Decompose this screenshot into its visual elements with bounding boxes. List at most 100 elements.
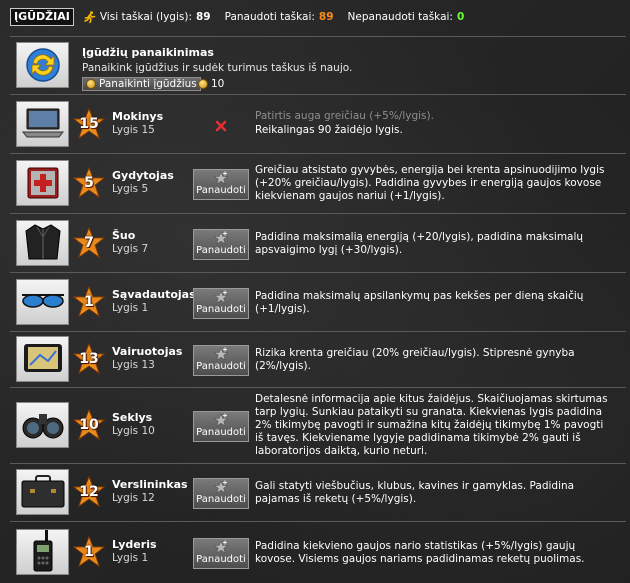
unused-points-value: 0	[456, 11, 465, 23]
skill-description: Padidina kiekvieno gaujos nario statisti…	[255, 540, 585, 565]
skill-thumb	[16, 160, 69, 206]
skill-description: Greičiau atsistato gyvybės, energija bei…	[255, 164, 605, 202]
skill-level-number: 12	[79, 484, 99, 500]
skill-level-number: 10	[79, 417, 99, 433]
skill-row: 10 Seklys Lygis 10 Panaudoti Detalesnė infor…	[10, 387, 626, 463]
star-plus-icon	[213, 231, 229, 245]
use-skill-button[interactable]: Panaudoti	[193, 169, 249, 200]
coin-icon	[86, 79, 96, 89]
level-star-icon: 7	[72, 226, 106, 259]
skill-thumb	[16, 336, 69, 382]
page-title: ĮGŪDŽIAI	[10, 8, 74, 26]
level-star-icon: 15	[72, 107, 106, 140]
level-star-icon: 12	[72, 475, 106, 508]
level-star-icon: 5	[72, 166, 106, 199]
use-skill-button[interactable]: Panaudoti	[193, 478, 249, 509]
skill-row: 13 Vairuotojas Lygis 13 Panaudoti Rizika kre…	[10, 331, 626, 387]
skill-name: Sąvadautojas	[112, 288, 196, 301]
coin-icon	[198, 79, 208, 89]
skill-level-text: Lygis 5	[112, 183, 149, 195]
briefcase-icon	[20, 473, 66, 512]
skill-row: 7 Šuo Lygis 7 Panaudoti Padidina maksimalią …	[10, 213, 626, 272]
use-skill-button[interactable]: Panaudoti	[193, 538, 249, 569]
reset-skills-button-label: Panaikinti įgūdžius	[99, 78, 197, 90]
skill-name: Verslininkas	[112, 478, 188, 491]
star-plus-icon	[213, 347, 229, 361]
used-points-value: 89	[318, 11, 334, 23]
skill-level-number: 7	[84, 235, 94, 251]
gps-navigator-icon	[22, 341, 64, 378]
skill-level-number: 5	[84, 175, 94, 191]
walkie-talkie-icon	[30, 529, 56, 576]
unavailable-x-icon	[214, 119, 228, 133]
star-plus-icon	[213, 540, 229, 554]
use-skill-button-label: Panaudoti	[196, 245, 246, 256]
skill-description: Gali statyti viešbučius, klubus, kavines…	[255, 480, 575, 505]
skill-thumb	[16, 220, 69, 266]
skill-level-number: 1	[84, 294, 94, 310]
skill-level-text: Lygis 1	[112, 302, 149, 314]
skill-name: Gydytojas	[112, 169, 174, 182]
skill-row: 15 Mokinys Lygis 15 Patirtis auga greičiau …	[10, 94, 626, 153]
skill-requirement: Reikalingas 90 žaidėjo lygis.	[255, 124, 403, 136]
skill-description: Detalesnė informacija apie kitus žaidėju…	[255, 393, 608, 457]
use-skill-button-label: Panaudoti	[196, 494, 246, 505]
skill-description: Rizika krenta greičiau (20% greičiau/lyg…	[255, 347, 575, 372]
unused-points-label: Nepanaudoti taškai:	[347, 11, 453, 23]
skill-row: 5 Gydytojas Lygis 5 Panaudoti Greičiau atsis…	[10, 153, 626, 213]
use-skill-button[interactable]: Panaudoti	[193, 345, 249, 376]
skill-level-number: 13	[79, 351, 99, 367]
skill-level-number: 1	[84, 544, 94, 560]
use-skill-button[interactable]: Panaudoti	[193, 411, 249, 442]
star-plus-icon	[213, 413, 229, 427]
refresh-arrows-icon	[25, 48, 60, 82]
level-star-icon: 1	[72, 535, 106, 568]
star-plus-icon	[213, 480, 229, 494]
level-star-icon: 13	[72, 342, 106, 375]
reset-text: Panaikink įgūdžius ir sudėk turimus tašk…	[82, 62, 353, 74]
skill-name: Vairuotojas	[112, 345, 183, 358]
skill-level-text: Lygis 13	[112, 359, 155, 371]
use-skill-button[interactable]: Panaudoti	[193, 229, 249, 260]
use-skill-button-label: Panaudoti	[196, 304, 246, 315]
reset-cost: 10	[198, 78, 224, 90]
skill-thumb	[16, 529, 69, 575]
unused-points: Nepanaudoti taškai: 0	[348, 11, 465, 23]
use-skill-button-label: Panaudoti	[196, 554, 246, 565]
skill-level-text: Lygis 12	[112, 492, 155, 504]
use-skill-button[interactable]: Panaudoti	[193, 288, 249, 319]
use-skill-button-label: Panaudoti	[196, 427, 246, 438]
runner-icon	[84, 11, 96, 23]
binoculars-icon	[21, 406, 65, 445]
skill-description: Patirtis auga greičiau (+5%/lygis).	[255, 110, 434, 122]
refresh-thumb	[16, 42, 69, 88]
skill-requirement-text: Reikalingas 90 žaidėjo lygis.	[255, 124, 403, 136]
skill-name: Lyderis	[112, 538, 157, 551]
skill-row: 1 Sąvadautojas Lygis 1 Panaudoti Padidina ma…	[10, 272, 626, 331]
skill-description: Padidina maksimalią energiją (+20/lygis)…	[255, 231, 584, 256]
total-points-value: 89	[195, 11, 211, 23]
skill-row: 12 Verslininkas Lygis 12 Panaudoti Gali stat…	[10, 463, 626, 521]
reset-cost-value: 10	[211, 78, 225, 90]
skill-thumb	[16, 469, 69, 515]
star-plus-icon	[213, 171, 229, 185]
skill-reset-row: Įgūdžių panaikinimas Panaikink įgūdžius …	[10, 36, 626, 93]
skill-name: Šuo	[112, 229, 136, 242]
reset-title: Įgūdžių panaikinimas	[82, 46, 214, 59]
star-plus-icon	[213, 290, 229, 304]
skill-description: Padidina maksimalų apsilankymų pas kekše…	[255, 290, 584, 315]
skill-name: Mokinys	[112, 110, 164, 123]
use-skill-button-label: Panaudoti	[196, 185, 246, 196]
skills-header: ĮGŪDŽIAI Visi taškai (lygis): 89 Panaudo…	[0, 0, 630, 34]
skill-level-text: Lygis 7	[112, 243, 149, 255]
skill-thumb	[16, 279, 69, 325]
total-points-label: Visi taškai (lygis):	[99, 11, 192, 23]
skill-thumb	[16, 402, 69, 448]
used-points: Panaudoti taškai: 89	[225, 11, 334, 23]
reset-skills-button[interactable]: Panaikinti įgūdžius	[82, 77, 201, 91]
skill-level-number: 15	[79, 116, 99, 132]
sunglasses-icon	[20, 289, 66, 316]
level-star-icon: 1	[72, 285, 106, 318]
skill-thumb	[16, 101, 69, 147]
used-points-label: Panaudoti taškai:	[224, 11, 315, 23]
